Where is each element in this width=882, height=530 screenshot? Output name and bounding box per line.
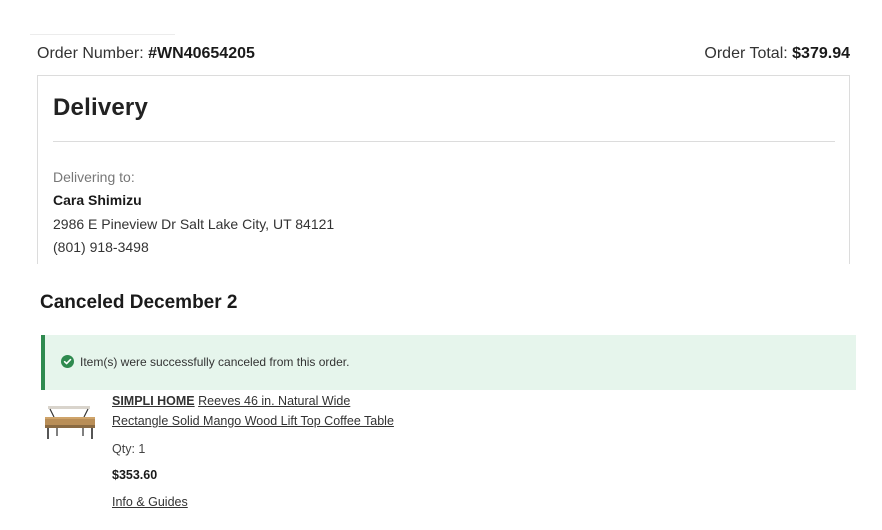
cancel-success-banner: Item(s) were successfully canceled from … xyxy=(41,335,856,390)
info-guides-link[interactable]: Info & Guides xyxy=(112,495,188,509)
check-circle-icon xyxy=(61,355,74,368)
product-title-line-2: Rectangle Solid Mango Wood Lift Top Coff… xyxy=(112,414,394,428)
order-number: Order Number: #WN40654205 xyxy=(37,45,255,63)
product-title-link-1[interactable]: Reeves 46 in. Natural Wide xyxy=(198,394,350,408)
coffee-table-image[interactable] xyxy=(42,403,98,441)
item-quantity: Qty: 1 xyxy=(112,442,146,456)
delivery-title: Delivery xyxy=(53,94,148,121)
recipient-phone: (801) 918-3498 xyxy=(53,239,149,255)
delivery-card: Delivery Delivering to: Cara Shimizu 298… xyxy=(37,75,850,264)
delivery-divider xyxy=(53,141,835,142)
recipient-address: 2986 E Pineview Dr Salt Lake City, UT 84… xyxy=(53,216,335,232)
recipient-name: Cara Shimizu xyxy=(53,192,142,208)
item-price: $353.60 xyxy=(112,468,158,482)
order-total-value: $379.94 xyxy=(792,45,850,62)
top-divider xyxy=(30,34,175,35)
canceled-heading: Canceled December 2 xyxy=(40,292,238,313)
order-number-value: #WN40654205 xyxy=(148,45,255,62)
brand-link[interactable]: SIMPLI HOME xyxy=(112,394,195,408)
product-title-link-2[interactable]: Rectangle Solid Mango Wood Lift Top Coff… xyxy=(112,414,394,428)
order-number-label: Order Number: xyxy=(37,45,149,62)
product-title-line-1: SIMPLI HOME Reeves 46 in. Natural Wide xyxy=(112,394,350,408)
banner-accent-bar xyxy=(41,335,45,390)
order-total: Order Total: $379.94 xyxy=(704,45,850,63)
order-header: Order Number: #WN40654205 Order Total: $… xyxy=(37,45,850,67)
order-total-label: Order Total: xyxy=(704,45,793,62)
delivering-to-label: Delivering to: xyxy=(53,169,135,185)
banner-message: Item(s) were successfully canceled from … xyxy=(80,355,350,369)
